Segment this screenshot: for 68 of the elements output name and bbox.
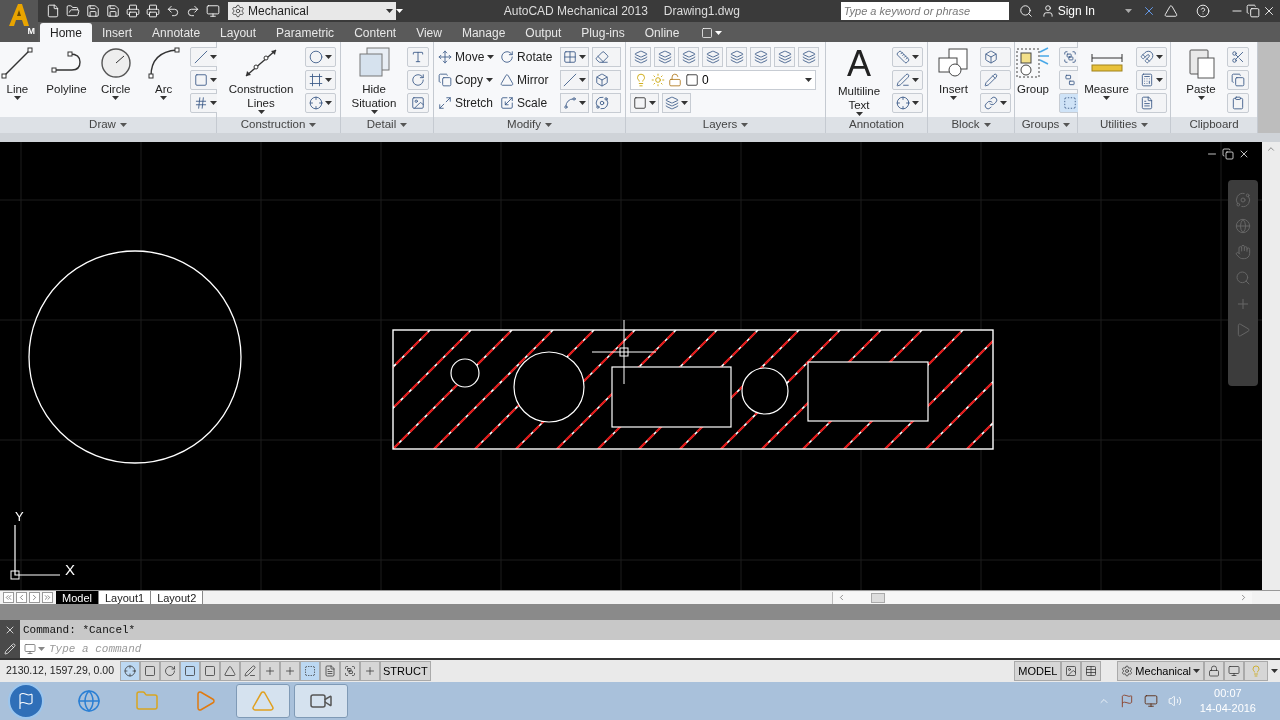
panel-title[interactable]: Annotation — [826, 117, 927, 133]
panel-title[interactable]: Utilities — [1078, 117, 1170, 133]
axis-label: Y — [15, 510, 24, 523]
panel-title[interactable]: Detail — [341, 117, 433, 133]
tool-label: Measure — [1084, 82, 1129, 96]
panel-title[interactable]: Draw — [0, 117, 216, 133]
tool-label: Circle — [100, 82, 131, 96]
layout-tab[interactable]: Layout1 — [98, 590, 152, 605]
struct-button[interactable]: STRUCT — [380, 661, 431, 681]
ribbon-tool-button[interactable]: Polyline — [43, 42, 90, 117]
clock-date: 14-04-2016 — [1199, 701, 1256, 716]
model-space-button[interactable]: MODEL — [1014, 661, 1062, 681]
tool-label: Polyline — [46, 82, 87, 96]
axis-label: X — [65, 562, 75, 577]
modify-tool-button[interactable]: Mirror — [500, 69, 557, 90]
coordinates-readout: 2130.12, 1597.29, 0.00 — [5, 663, 115, 679]
ribbon-tab[interactable]: Annotate — [142, 23, 211, 42]
file-name: Drawing1.dwg — [663, 3, 740, 20]
modify-tool-button[interactable]: Scale — [500, 92, 557, 113]
panel-title[interactable]: Clipboard — [1171, 117, 1257, 133]
tool-label: Arc — [155, 82, 173, 96]
ribbon-tool-button[interactable]: Circle — [93, 42, 138, 117]
ribbon-tab[interactable]: Content — [344, 23, 407, 42]
app-letter: M — [27, 24, 35, 38]
tool-label: Multiline Text — [836, 84, 882, 112]
tool-label: Group — [1017, 82, 1049, 96]
ribbon-tab[interactable]: View — [406, 23, 452, 42]
command-input[interactable]: Type a command — [49, 640, 1280, 658]
model-tab[interactable]: Model — [56, 590, 99, 605]
clock-time: 00:07 — [1214, 686, 1242, 701]
panel-title[interactable]: Construction — [217, 117, 340, 133]
layer-name: 0 — [702, 71, 710, 89]
modify-tool-button[interactable]: Copy — [438, 69, 495, 90]
workspace-switch-button[interactable]: Mechanical — [1117, 661, 1204, 681]
tool-label: Paste — [1186, 82, 1216, 96]
panel-title[interactable]: Groups — [1015, 117, 1077, 133]
panel-title[interactable]: Modify — [434, 117, 625, 133]
layout-tab[interactable]: Layout2 — [151, 590, 204, 605]
ribbon-tab[interactable]: Parametric — [266, 23, 345, 42]
ribbon-tab[interactable]: Layout — [210, 23, 267, 42]
ribbon-tool-button[interactable]: Group — [1011, 42, 1055, 117]
tool-label: Construction Lines — [227, 82, 295, 110]
layer-dropdown[interactable]: 0 — [630, 69, 816, 90]
search-field[interactable]: Type a keyword or phrase — [840, 2, 1009, 20]
drawing-canvas[interactable]: Y X — [0, 142, 1262, 590]
ribbon-tool-button[interactable]: Line — [0, 42, 40, 117]
application-menu-button[interactable]: M — [0, 0, 38, 42]
window-title: AutoCAD Mechanical 2013 — [503, 3, 648, 20]
modify-tool-button[interactable]: Stretch — [438, 92, 495, 113]
tool-label: Line — [6, 82, 29, 96]
ribbon-tab[interactable]: Home — [40, 23, 92, 42]
modify-tool-button[interactable]: Rotate — [500, 46, 557, 67]
modify-tool-button[interactable]: Move — [438, 46, 495, 67]
workspace-name: Mechanical — [248, 3, 310, 20]
ribbon-tab[interactable]: Output — [515, 23, 572, 42]
ribbon-tab[interactable]: Manage — [451, 23, 516, 42]
ribbon-tool-button[interactable]: Arc — [141, 42, 186, 117]
sign-in-button[interactable]: Sign In — [1040, 2, 1095, 20]
ribbon-tab[interactable]: Insert — [92, 23, 143, 42]
panel-title[interactable]: Block — [928, 117, 1014, 133]
ribbon-tab[interactable]: Online — [634, 23, 690, 42]
panel-title[interactable]: Layers — [626, 117, 825, 133]
tool-label: Insert — [939, 82, 968, 96]
workspace-dropdown[interactable]: Mechanical — [228, 2, 396, 20]
tool-label: Hide Situation — [350, 82, 398, 110]
ribbon-tab[interactable]: Plug-ins — [571, 23, 635, 42]
command-history: Command: *Cancel* — [22, 623, 136, 638]
text-glyph-icon: A — [847, 46, 871, 82]
